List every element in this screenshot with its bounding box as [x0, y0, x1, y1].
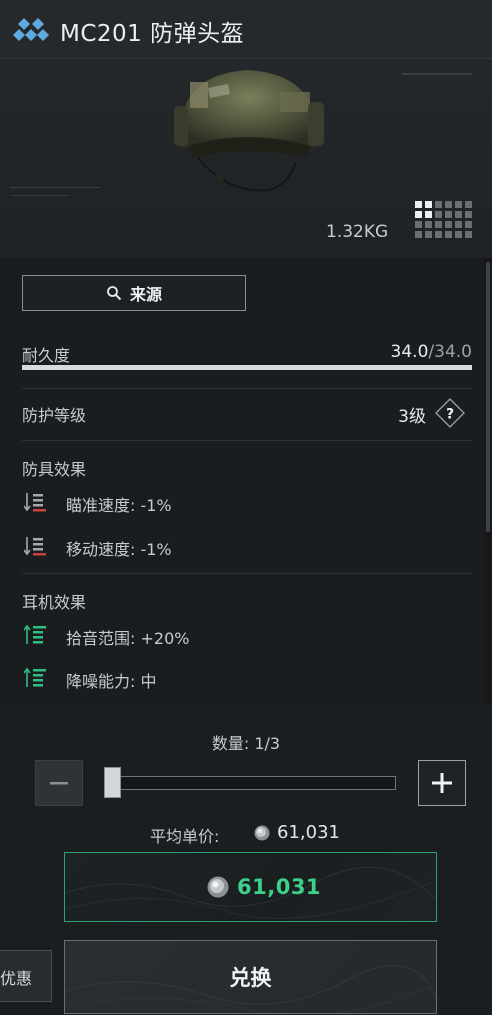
grid-cell	[445, 221, 452, 228]
stat-decrease-icon	[24, 537, 46, 556]
divider	[22, 573, 472, 574]
grid-cell	[465, 221, 472, 228]
discount-tab-label: 优惠	[0, 969, 33, 988]
durability-label: 耐久度	[22, 346, 71, 365]
grid-cell	[445, 211, 452, 218]
grid-cell	[415, 211, 422, 218]
item-weight: 1.32KG	[326, 222, 389, 242]
grid-cell	[425, 231, 432, 238]
stat-increase-icon	[24, 624, 46, 644]
quantity-slider-thumb[interactable]	[104, 767, 121, 798]
question-icon[interactable]: ?	[435, 398, 465, 428]
search-icon	[107, 286, 122, 301]
ear-effects-title: 耳机效果	[22, 593, 87, 612]
grid-cell	[445, 231, 452, 238]
plus-icon	[432, 773, 452, 793]
divider	[22, 388, 472, 389]
divider	[22, 440, 472, 441]
coin-icon	[207, 876, 229, 898]
grid-cell	[455, 201, 462, 208]
coin-icon	[254, 825, 270, 841]
grid-cell	[435, 221, 442, 228]
item-title: MC201 防弹头盔	[60, 21, 245, 47]
armor-effects-title: 防具效果	[22, 460, 87, 479]
armor-effect-move-speed: 移动速度: -1%	[66, 540, 172, 559]
grid-size-icon	[415, 201, 472, 238]
decrease-quantity-button[interactable]	[35, 760, 83, 806]
grid-cell	[415, 221, 422, 228]
source-button[interactable]: 来源	[22, 275, 246, 311]
total-price-value: 61,031	[237, 875, 322, 899]
grid-cell	[455, 211, 462, 218]
grid-cell	[455, 221, 462, 228]
grid-cell	[425, 211, 432, 218]
durability-value: 34.0/34.0	[300, 342, 472, 362]
ear-effect-pickup-range: 拾音范围: +20%	[66, 629, 190, 648]
diamond-cluster-icon	[13, 18, 49, 41]
quantity-label: 数量: 1/3	[211, 734, 281, 753]
grid-cell	[445, 201, 452, 208]
grid-cell	[415, 231, 422, 238]
grid-cell	[435, 201, 442, 208]
grid-cell	[415, 201, 422, 208]
grid-cell	[435, 231, 442, 238]
durability-max: /34.0	[428, 342, 472, 362]
grid-cell	[465, 201, 472, 208]
svg-text:?: ?	[446, 407, 454, 423]
protection-value: 3级	[398, 407, 426, 427]
avg-price-label: 平均单价:	[150, 827, 220, 846]
stat-decrease-icon	[24, 493, 46, 512]
grid-cell	[425, 221, 432, 228]
armor-effect-aim-speed: 瞄准速度: -1%	[66, 496, 172, 515]
stat-increase-icon	[24, 667, 46, 687]
durability-current: 34.0	[390, 342, 429, 362]
quantity-slider[interactable]	[104, 776, 396, 790]
grid-cell	[425, 201, 432, 208]
exchange-button-label: 兑换	[229, 966, 272, 990]
avg-price-value: 61,031	[277, 822, 340, 843]
grid-cell	[455, 231, 462, 238]
grid-cell	[435, 211, 442, 218]
grid-cell	[465, 211, 472, 218]
helmet-image	[174, 70, 324, 192]
details-scrollbar-thumb[interactable]	[486, 262, 490, 532]
increase-quantity-button[interactable]	[418, 760, 466, 806]
minus-icon	[50, 782, 68, 785]
grid-cell	[465, 231, 472, 238]
source-button-label: 来源	[129, 285, 162, 304]
durability-bar	[22, 365, 472, 370]
protection-label: 防护等级	[22, 406, 87, 425]
ear-effect-noise-reduction: 降噪能力: 中	[66, 672, 157, 691]
